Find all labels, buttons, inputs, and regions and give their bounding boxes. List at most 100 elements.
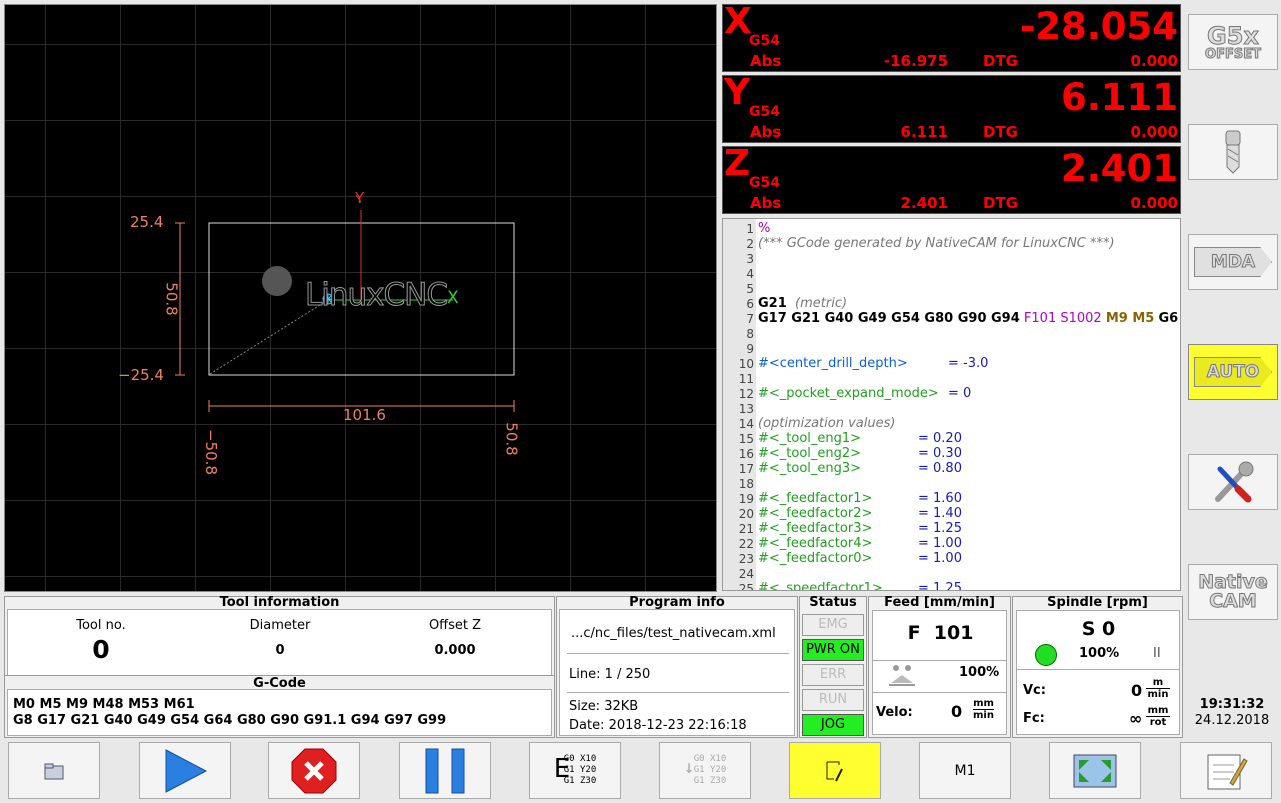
feed-override-icon	[889, 665, 915, 686]
gcode-viewer[interactable]: 1% 2 (*** GCode generated by NativeCAM for…	[722, 218, 1181, 591]
gcode-value: = 0	[948, 386, 972, 401]
cycle-start-button[interactable]	[139, 742, 231, 799]
gcode-line[interactable]: 24	[723, 566, 1180, 581]
gcode-line[interactable]: 22 #<_feedfactor4> = 1.00	[723, 536, 1180, 551]
line-number: 4	[746, 267, 754, 281]
gcode-line[interactable]: 17 #<_tool_eng3> = 0.80	[723, 461, 1180, 476]
dro-y-axis[interactable]: Y G54 6.111 Abs 6.111 DTG 0.000	[722, 72, 1181, 143]
gcode-line[interactable]: 1%	[723, 221, 1180, 236]
gcode-value: = 1.25	[918, 521, 962, 536]
step-bracket-icon: E	[553, 754, 571, 784]
gcode-line[interactable]: 21 #<_feedfactor3> = 1.25	[723, 521, 1180, 536]
gcode-variable: #<_pocket_expand_mode>	[758, 386, 939, 401]
line-number: 1	[746, 222, 754, 236]
dro-abs-label: Abs	[750, 194, 782, 212]
dro-coord-system: G54	[749, 175, 780, 191]
axis-y-label: Y	[355, 189, 365, 207]
gcode-word: G17 G21 G40 G49 G54 G80 G90 G94	[758, 311, 1020, 326]
cam-label: CAM	[1209, 590, 1258, 612]
line-number: 19	[738, 492, 754, 506]
gcode-line[interactable]: 13	[723, 401, 1180, 416]
spindle-override: 100%	[1079, 646, 1120, 661]
active-gcodes-panel: G-Code M0 M5 M9 M48 M53 M61 G8 G17 G21 G…	[4, 675, 555, 738]
gcode-line[interactable]: 25 #<_speedfactor1> = 1.25	[723, 581, 1180, 591]
gcode-value: = 0.80	[918, 461, 962, 476]
gcode-variable: #<_speedfactor1>	[758, 581, 883, 591]
gcode-line[interactable]: 12 #<_pocket_expand_mode> = 0	[723, 386, 1180, 401]
mda-button[interactable]: MDA	[1188, 234, 1278, 290]
edit-button[interactable]	[1180, 742, 1272, 799]
program-line: Line: 1 / 250	[569, 667, 651, 682]
stop-button[interactable]	[268, 742, 360, 799]
gcode-line[interactable]: 5	[723, 281, 1180, 296]
line-number: 5	[746, 282, 754, 296]
gcode-line[interactable]: 19 #<_feedfactor1> = 1.60	[723, 491, 1180, 506]
expand-icon	[1073, 754, 1117, 787]
stop-icon	[291, 748, 337, 793]
gcode-line[interactable]: 10 #<center_drill_depth> = -3.0	[723, 356, 1180, 371]
fullscreen-button[interactable]	[1049, 742, 1141, 799]
gcode-line[interactable]: 4	[723, 266, 1180, 281]
gcode-line[interactable]: 11	[723, 371, 1180, 386]
gcode-line[interactable]: 6 G21 (metric)	[723, 296, 1180, 311]
run-from-arrow-icon: ↓	[683, 757, 695, 778]
dro-coord-system: G54	[749, 104, 780, 120]
spindle-panel: Spindle [rpm] S 0 100% II Vc: 0 m min Fc…	[1012, 595, 1183, 738]
offset-z-label: Offset Z	[428, 618, 482, 633]
toolpath-preview[interactable]: 25.4 −25.4 50.8 101.6 −50.8 50.8 Y X Lin…	[4, 4, 717, 592]
tool-button[interactable]	[1188, 124, 1278, 180]
dro-coord-system: G54	[749, 33, 780, 49]
gcode-line[interactable]: 18	[723, 476, 1180, 491]
dim-top: 25.4	[130, 213, 164, 231]
dim-width: 101.6	[343, 406, 386, 424]
gcode-line[interactable]: 20 #<_feedfactor2> = 1.40	[723, 506, 1180, 521]
tool-no-value: 0	[92, 635, 110, 664]
dro-dtg-value: 0.000	[1130, 52, 1178, 70]
gcode-variable: #<center_drill_depth>	[758, 356, 908, 371]
offset-label: OFFSET	[1205, 46, 1262, 62]
fc-value: ∞	[1129, 709, 1143, 728]
optional-stop-m1-button[interactable]: M1	[919, 742, 1011, 799]
tools-icon	[1215, 461, 1254, 503]
gcode-line[interactable]: 7 G17 G21 G40 G49 G54 G80 G90 G94 F101 S1…	[723, 311, 1180, 326]
auto-button[interactable]: AUTO	[1188, 344, 1278, 400]
settings-button[interactable]	[1188, 454, 1278, 510]
feed-override: 100%	[959, 665, 1000, 680]
gcode-line[interactable]: 2 (*** GCode generated by NativeCAM for L…	[723, 236, 1180, 251]
feed-title: Feed [mm/min]	[884, 595, 995, 610]
g5x-offset-button[interactable]: G5x OFFSET	[1188, 14, 1278, 70]
dro-z-axis[interactable]: Z G54 2.401 Abs 2.401 DTG 0.000	[722, 143, 1181, 214]
spindle-pause-glyph: II	[1153, 646, 1161, 661]
gcode-line[interactable]: 9	[723, 341, 1180, 356]
velo-value: 0	[951, 702, 963, 721]
gcode-line[interactable]: 23 #<_feedfactor0> = 1.00	[723, 551, 1180, 566]
offset-z-value: 0.000	[434, 643, 476, 658]
gcode-value: = 0.30	[918, 446, 962, 461]
run-from-line-button[interactable]: ↓ G0 X10 G1 Y20 G1 Z30	[659, 742, 751, 799]
optional-block-delete-button[interactable]	[789, 742, 881, 799]
dro-abs-label: Abs	[750, 52, 782, 70]
step-button[interactable]: E G0 X10 G1 Y20 G1 Z30	[529, 742, 621, 799]
open-file-button[interactable]	[8, 742, 100, 799]
gcode-word: G21	[758, 296, 787, 311]
fc-unit-bot: rot	[1149, 717, 1167, 728]
gcode-line[interactable]: 16 #<_tool_eng2> = 0.30	[723, 446, 1180, 461]
gcode-line[interactable]: 15 #<_tool_eng1> = 0.20	[723, 431, 1180, 446]
velo-unit-bot: min	[973, 710, 994, 721]
clock-time: 19:31:32	[1199, 697, 1265, 712]
gcode-line[interactable]: 14 (optimization values)	[723, 416, 1180, 431]
pause-button[interactable]	[399, 742, 491, 799]
gcode-value: = -3.0	[948, 356, 989, 371]
program-date: Date: 2018-12-23 22:16:18	[569, 718, 747, 733]
gcode-line[interactable]: 8	[723, 326, 1180, 341]
dro-axis-letter: Y	[724, 72, 751, 113]
clock-date: 24.12.2018	[1194, 713, 1270, 728]
nativecam-button[interactable]: Native CAM	[1188, 564, 1278, 620]
line-number: 8	[746, 327, 754, 341]
feed-panel: Feed [mm/min] F 101 100% Velo: 0 mm min	[868, 595, 1011, 738]
fc-label: Fc:	[1023, 711, 1045, 726]
dro-x-axis[interactable]: X G54 -28.054 Abs -16.975 DTG 0.000	[722, 1, 1181, 72]
gcode-line[interactable]: 3	[723, 251, 1180, 266]
dim-height: 50.8	[162, 282, 181, 316]
dro-axis-letter: Z	[724, 143, 751, 184]
